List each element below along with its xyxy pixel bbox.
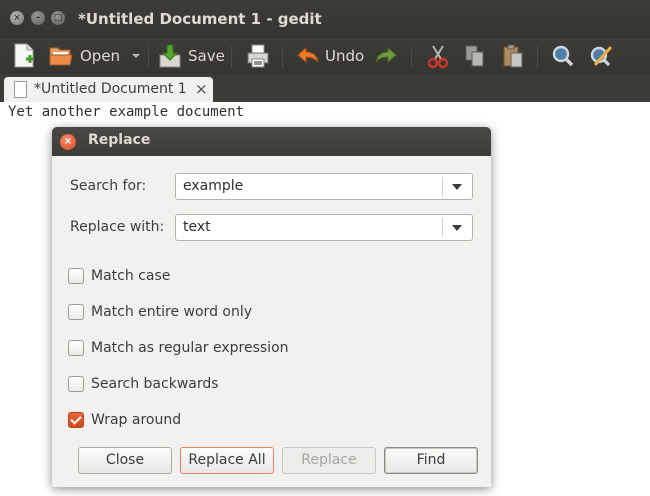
- open-recent-dropdown[interactable]: [131, 42, 141, 70]
- replace-input[interactable]: text: [183, 219, 211, 235]
- match-case-label: Match case: [91, 268, 171, 284]
- toolbar: Open Save Undo: [0, 38, 650, 74]
- tab-bar: *Untitled Document 1 ×: [0, 74, 650, 102]
- dialog-title-bar: × Replace: [52, 127, 491, 156]
- wrap-around-option[interactable]: Wrap around: [68, 410, 181, 430]
- toolbar-separator: [148, 46, 149, 68]
- tab-label: *Untitled Document 1: [34, 81, 187, 97]
- close-button[interactable]: Close: [78, 447, 172, 474]
- toolbar-separator: [282, 46, 283, 68]
- tab-untitled-document-1[interactable]: *Untitled Document 1 ×: [4, 77, 213, 102]
- cut-button[interactable]: [426, 42, 450, 70]
- wrap-around-label: Wrap around: [91, 412, 182, 428]
- search-history-dropdown-icon[interactable]: [452, 184, 462, 190]
- match-case-checkbox[interactable]: [68, 268, 84, 284]
- redo-arrow-icon: [375, 46, 397, 64]
- window-close-button[interactable]: ×: [10, 11, 24, 25]
- toolbar-separator: [537, 46, 538, 68]
- save-label: Save: [188, 47, 225, 65]
- title-bar: × – □ *Untitled Document 1 - gedit: [0, 0, 650, 38]
- search-input[interactable]: example: [183, 178, 243, 194]
- replace-history-dropdown-icon[interactable]: [452, 225, 462, 231]
- document-icon: [14, 81, 27, 98]
- toolbar-separator: [231, 46, 232, 68]
- window-minimize-button[interactable]: –: [31, 11, 45, 25]
- replace-with-label: Replace with:: [70, 219, 165, 235]
- open-folder-icon: [49, 47, 73, 66]
- match-entire-word-checkbox[interactable]: [68, 304, 84, 320]
- match-entire-word-label: Match entire word only: [91, 304, 253, 320]
- replace-combo[interactable]: text: [175, 214, 473, 241]
- replace-button[interactable]: Replace: [282, 447, 376, 474]
- editor-content[interactable]: Yet another example document: [8, 104, 244, 120]
- redo-button[interactable]: [374, 42, 398, 70]
- chevron-down-icon: [132, 54, 140, 58]
- find-button[interactable]: [551, 42, 575, 70]
- window-title: *Untitled Document 1 - gedit: [78, 10, 322, 28]
- new-button[interactable]: [12, 42, 36, 70]
- scissors-icon: [427, 45, 449, 69]
- undo-label: Undo: [325, 47, 365, 65]
- search-combo[interactable]: example: [175, 173, 473, 200]
- search-backwards-option[interactable]: Search backwards: [68, 374, 219, 394]
- match-entire-word-option[interactable]: Match entire word only: [68, 302, 252, 322]
- regex-label: Match as regular expression: [91, 340, 289, 356]
- match-case-option[interactable]: Match case: [68, 266, 170, 286]
- print-button[interactable]: [246, 42, 270, 70]
- dialog-close-icon[interactable]: ×: [60, 134, 76, 150]
- search-backwards-checkbox[interactable]: [68, 376, 84, 392]
- wrap-around-checkbox[interactable]: [68, 412, 84, 428]
- find-button-dialog[interactable]: Find: [384, 447, 478, 474]
- combo-divider: [442, 218, 443, 237]
- search-for-label: Search for:: [70, 178, 147, 194]
- replace-all-button[interactable]: Replace All: [180, 447, 274, 474]
- find-replace-button[interactable]: [589, 42, 615, 70]
- regex-checkbox[interactable]: [68, 340, 84, 356]
- save-button[interactable]: Save: [158, 42, 225, 70]
- save-icon: [159, 44, 181, 68]
- dialog-title: Replace: [88, 132, 151, 148]
- undo-arrow-icon: [297, 46, 319, 64]
- clipboard-icon: [503, 44, 523, 68]
- tab-close-icon[interactable]: ×: [195, 80, 208, 98]
- search-backwards-label: Search backwards: [91, 376, 219, 392]
- paste-button[interactable]: [501, 42, 525, 70]
- printer-icon: [247, 44, 269, 68]
- new-document-icon: [14, 43, 34, 68]
- replace-dialog: × Replace Search for: example Replace wi…: [52, 127, 491, 487]
- open-label: Open: [80, 47, 121, 65]
- window-maximize-button[interactable]: □: [51, 11, 65, 25]
- regex-option[interactable]: Match as regular expression: [68, 338, 289, 358]
- combo-divider: [442, 177, 443, 196]
- search-icon: [552, 45, 574, 67]
- undo-button[interactable]: Undo: [296, 42, 364, 70]
- find-replace-icon: [590, 46, 613, 67]
- copy-button[interactable]: [463, 42, 487, 70]
- copy-icon: [465, 45, 484, 67]
- open-button[interactable]: Open: [48, 42, 120, 70]
- toolbar-separator: [411, 46, 412, 68]
